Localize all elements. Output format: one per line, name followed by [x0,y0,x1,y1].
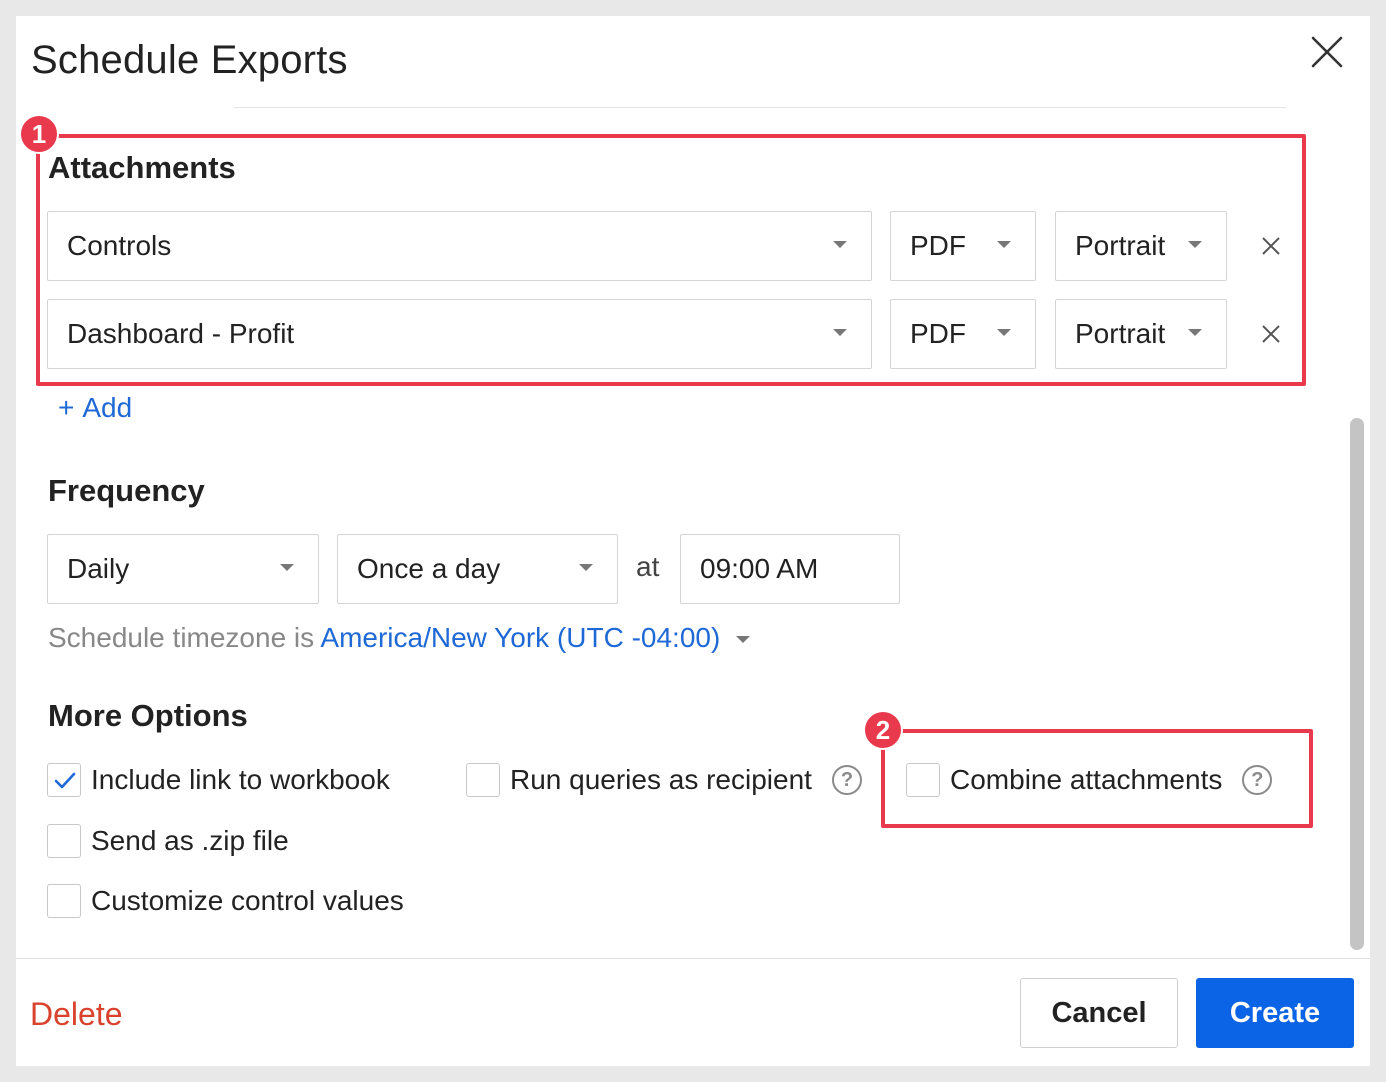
include-link-option: Include link to workbook [47,763,390,797]
attachment-orientation-value: Portrait [1075,230,1166,261]
combine-attachments-option: Combine attachments ? [906,763,1273,797]
at-label: at [636,551,660,582]
combine-attachments-checkbox[interactable] [906,763,940,797]
frequency-heading: Frequency [48,473,205,508]
time-value: 09:00 AM [700,553,819,584]
frequency-period-select[interactable]: Daily [47,534,319,604]
remove-attachment-icon[interactable] [1258,233,1284,259]
cancel-button[interactable]: Cancel [1020,978,1178,1048]
send-zip-checkbox[interactable] [47,824,81,858]
customize-controls-option: Customize control values [47,884,404,918]
customize-controls-checkbox[interactable] [47,884,81,918]
frequency-repeat-select[interactable]: Once a day [337,534,618,604]
footer-divider [16,958,1370,959]
checkmark-icon [54,772,76,789]
time-input[interactable]: 09:00 AM [680,534,900,604]
attachment-format-value: PDF [910,318,966,349]
plus-icon: + [58,392,75,423]
attachment-orientation-select-1[interactable]: Portrait [1055,211,1227,281]
attachments-heading: Attachments [48,150,236,185]
run-as-recipient-checkbox[interactable] [466,763,500,797]
delete-button[interactable]: Delete [30,996,123,1033]
chevron-down-icon [579,564,593,571]
timezone-prefix: Schedule timezone is [48,622,315,653]
timezone-row: Schedule timezone is America/New York (U… [48,622,751,654]
chevron-down-icon [833,241,847,248]
scrollbar-thumb[interactable] [1350,418,1364,950]
attachment-source-value: Controls [67,230,172,261]
frequency-period-value: Daily [67,553,130,584]
annotation-badge-2: 2 [863,710,903,750]
schedule-exports-dialog: Schedule Exports Attachments Controls PD… [16,16,1370,1066]
title-divider [234,107,1286,108]
add-attachment-button[interactable]: + Add [58,392,132,424]
chevron-down-icon [736,636,751,644]
create-button[interactable]: Create [1196,978,1354,1048]
attachment-format-select-2[interactable]: PDF [890,299,1036,369]
chevron-down-icon [1188,329,1202,336]
dialog-title: Schedule Exports [31,38,348,82]
close-icon[interactable] [1309,34,1345,70]
attachment-source-value: Dashboard - Profit [67,318,295,349]
help-icon[interactable]: ? [1242,765,1273,795]
attachment-orientation-value: Portrait [1075,318,1166,349]
chevron-down-icon [997,329,1011,336]
run-as-recipient-option: Run queries as recipient ? [466,763,862,797]
attachment-format-select-1[interactable]: PDF [890,211,1036,281]
run-as-recipient-label: Run queries as recipient [510,764,812,795]
add-label: Add [82,392,133,423]
attachment-format-value: PDF [910,230,966,261]
chevron-down-icon [997,241,1011,248]
chevron-down-icon [1188,241,1202,248]
attachment-source-select-2[interactable]: Dashboard - Profit [47,299,872,369]
remove-attachment-icon[interactable] [1258,321,1284,347]
combine-attachments-label: Combine attachments [950,764,1223,795]
help-icon[interactable]: ? [831,765,862,795]
include-link-checkbox[interactable] [47,763,81,797]
timezone-value: America/New York (UTC -04:00) [320,622,721,653]
customize-controls-label: Customize control values [91,885,404,916]
chevron-down-icon [833,329,847,336]
chevron-down-icon [280,564,294,571]
timezone-link[interactable]: America/New York (UTC -04:00) [320,622,751,653]
attachment-orientation-select-2[interactable]: Portrait [1055,299,1227,369]
send-zip-option: Send as .zip file [47,824,289,858]
more-options-heading: More Options [48,698,248,733]
frequency-repeat-value: Once a day [357,553,501,584]
include-link-label: Include link to workbook [91,764,390,795]
attachment-source-select-1[interactable]: Controls [47,211,872,281]
annotation-badge-1: 1 [19,114,59,154]
send-zip-label: Send as .zip file [91,825,289,856]
